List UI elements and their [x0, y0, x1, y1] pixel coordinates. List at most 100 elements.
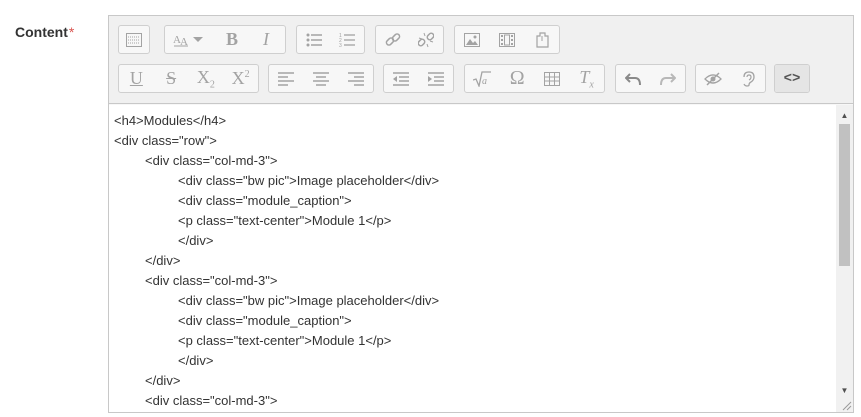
font-size-button[interactable]: A A: [165, 26, 215, 53]
align-right-button[interactable]: [338, 65, 373, 92]
superscript-icon: X2: [231, 68, 250, 88]
align-left-button[interactable]: [269, 65, 304, 92]
svg-text:A: A: [180, 36, 188, 47]
image-icon: [464, 32, 481, 47]
toolbar-group-history: [615, 64, 686, 93]
insert-media-button[interactable]: [490, 26, 525, 53]
indent-icon: [427, 71, 444, 86]
code-icon: <>: [783, 70, 801, 87]
align-right-icon: [347, 71, 364, 86]
source-code-line: <p class="text-center">Module 1</p>: [178, 213, 392, 228]
outdent-button[interactable]: [384, 65, 419, 92]
editor-toolbar: A A B I 1 2 3 U S X2 X2 a Ω Tx <>: [109, 16, 853, 104]
align-center-icon: [313, 71, 329, 86]
undo-button[interactable]: [616, 65, 651, 92]
unordered-list-button[interactable]: [297, 26, 330, 53]
redo-icon: [659, 72, 676, 85]
unordered-list-icon: [306, 33, 322, 46]
toolbar-group-style: A A B I: [164, 25, 286, 54]
strikethrough-icon: S: [166, 68, 177, 88]
svg-text:a: a: [482, 76, 487, 87]
bold-button[interactable]: B: [215, 26, 249, 53]
source-code-line: <div class="col-md-3">: [145, 153, 278, 168]
source-code-line: <h4>Modules</h4>: [114, 113, 227, 128]
source-code-line: <div class="module_caption">: [178, 313, 352, 328]
italic-icon: I: [263, 29, 269, 49]
clear-formatting-button[interactable]: Tx: [569, 65, 604, 92]
insert-image-button[interactable]: [455, 26, 490, 53]
align-left-icon: [278, 71, 295, 86]
toolbar-toggle-icon: [126, 32, 142, 47]
link-icon: [385, 32, 400, 46]
ear-icon: [743, 70, 755, 87]
ordered-list-button[interactable]: 1 2 3: [330, 26, 363, 53]
toolbar-group-accessibility: [695, 64, 766, 93]
undo-icon: [625, 72, 642, 85]
unlink-button[interactable]: [409, 26, 442, 53]
bold-icon: B: [225, 29, 238, 49]
source-code-line: <div class="col-md-3">: [145, 393, 278, 408]
files-icon: [536, 31, 549, 48]
source-code-line: </div>: [178, 233, 214, 248]
source-code-line: <div class="row">: [114, 133, 217, 148]
media-icon: [499, 32, 515, 47]
toolbar-group-links: [375, 25, 444, 54]
content-label-text: Content: [15, 24, 68, 40]
link-button[interactable]: [376, 26, 409, 53]
italic-button[interactable]: I: [249, 26, 283, 53]
font-size-icon: A A: [173, 34, 203, 47]
eye-slash-icon: [704, 71, 723, 86]
strikethrough-button[interactable]: S: [154, 65, 189, 92]
superscript-button[interactable]: X2: [223, 65, 258, 92]
source-code-line: <p class="text-center">Module 1</p>: [178, 333, 392, 348]
accessibility-checker-button[interactable]: [696, 65, 731, 92]
subscript-button[interactable]: X2: [189, 65, 224, 92]
scrollbar-thumb[interactable]: [839, 124, 850, 266]
special-character-button[interactable]: Ω: [500, 65, 535, 92]
toolbar-group-media: [454, 25, 560, 54]
ordered-list-icon: 1 2 3: [339, 33, 355, 48]
table-button[interactable]: [535, 65, 570, 92]
scroll-down-arrow-icon[interactable]: ▼: [836, 382, 853, 398]
resize-grip-icon[interactable]: [840, 399, 852, 411]
subscript-icon: X2: [196, 66, 215, 91]
source-code-line: <div class="col-md-3">: [145, 273, 278, 288]
toolbar-group-collapse: [118, 25, 150, 54]
html-source-textarea[interactable]: <h4>Modules</h4> <div class="row"> <div cl…: [109, 105, 853, 412]
vertical-scrollbar[interactable]: ▲ ▼: [836, 105, 853, 412]
redo-button[interactable]: [651, 65, 686, 92]
table-icon: [543, 71, 560, 86]
equation-icon: a: [473, 70, 492, 87]
rich-text-editor: A A B I 1 2 3 U S X2 X2 a Ω Tx <> <h4>Mo…: [108, 15, 854, 413]
source-code-line: </div>: [145, 373, 181, 388]
manage-files-button[interactable]: [524, 26, 559, 53]
source-code-line: </div>: [178, 353, 214, 368]
toolbar-toggle-button[interactable]: [119, 26, 149, 53]
underline-icon: U: [129, 68, 143, 88]
svg-text:3: 3: [339, 43, 342, 48]
source-code-line: <div class="bw pic">Image placeholder</d…: [178, 293, 440, 308]
toolbar-group-indent: [383, 64, 454, 93]
toolbar-group-source: <>: [774, 64, 810, 93]
source-code-lines: <h4>Modules</h4> <div class="row"> <div cl…: [114, 111, 439, 411]
toolbar-group-lists: 1 2 3: [296, 25, 365, 54]
required-asterisk: *: [68, 24, 75, 40]
underline-button[interactable]: U: [119, 65, 154, 92]
indent-button[interactable]: [419, 65, 454, 92]
scroll-up-arrow-icon[interactable]: ▲: [836, 107, 853, 123]
source-code-line: <div class="bw pic">Image placeholder</d…: [178, 173, 440, 188]
equation-button[interactable]: a: [465, 65, 500, 92]
omega-icon: Ω: [509, 67, 525, 89]
unlink-icon: [417, 32, 434, 47]
align-center-button[interactable]: [304, 65, 339, 92]
toolbar-group-insert: a Ω Tx: [464, 64, 605, 93]
content-field-label: Content*: [15, 24, 74, 40]
toolbar-group-align: [268, 64, 374, 93]
screenreader-helper-button[interactable]: [731, 65, 766, 92]
source-code-line: <div class="module_caption">: [178, 193, 352, 208]
outdent-icon: [393, 71, 410, 86]
clear-formatting-icon: Tx: [579, 66, 594, 91]
toolbar-group-text-format: U S X2 X2: [118, 64, 259, 93]
source-code-line: </div>: [145, 253, 181, 268]
html-source-button[interactable]: <>: [775, 65, 809, 92]
